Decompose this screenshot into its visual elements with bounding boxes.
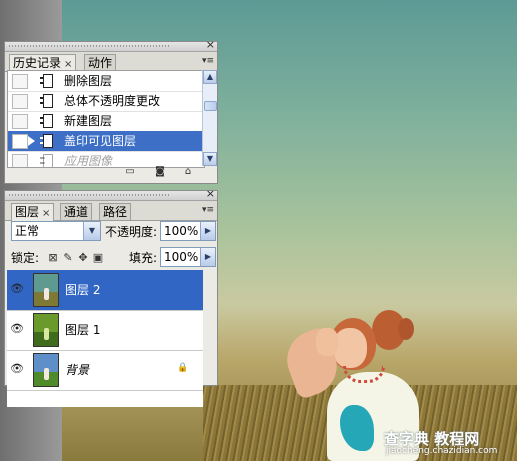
blend-row: 正常 ▼ 不透明度: 100% ▶	[11, 221, 216, 241]
tab-history-label: 历史记录	[13, 56, 62, 70]
lock-transparent-pixels-icon[interactable]: ⊠	[47, 252, 59, 264]
history-scrollbar[interactable]: ▲ ▼	[202, 70, 217, 166]
lock-image-pixels-icon[interactable]: ✎	[62, 252, 74, 264]
lock-icon: 🔒	[177, 363, 189, 373]
watermark: 查字典 教程网 jiaocheng.chazidian.com	[384, 428, 514, 458]
eye-icon[interactable]: 👁	[10, 282, 24, 296]
eye-icon[interactable]: 👁	[10, 362, 24, 376]
opacity-value: 100%	[164, 224, 199, 238]
opacity-label: 不透明度:	[105, 225, 158, 239]
tab-paths[interactable]: 路径	[99, 203, 132, 220]
layer-thumbnail	[33, 313, 59, 347]
tab-layers-label: 图层	[15, 205, 40, 219]
panel-menu-icon[interactable]: ▾≡	[202, 205, 214, 215]
tab-actions-label: 动作	[88, 56, 113, 70]
history-item-label: 新建图层	[64, 114, 113, 128]
tab-close-icon[interactable]: ×	[64, 59, 72, 70]
history-item-selected[interactable]: 盖印可见图层	[8, 131, 204, 152]
layer-row-selected[interactable]: 👁 图层 2	[7, 270, 203, 311]
lock-row: 锁定: ⊠ ✎ ✥ ▣ 填充: 100% ▶	[11, 247, 216, 267]
scroll-down-icon[interactable]: ▼	[203, 152, 217, 166]
lock-position-icon[interactable]: ✥	[77, 252, 89, 264]
current-state-arrow-icon	[28, 136, 35, 146]
lock-icons: ⊠ ✎ ✥ ▣	[47, 250, 107, 264]
opacity-slider-arrow-icon[interactable]: ▶	[200, 222, 215, 240]
tab-layers[interactable]: 图层 ×	[11, 203, 55, 221]
snapshot-source-checkbox[interactable]	[12, 134, 28, 149]
girl-hair-bun	[398, 318, 414, 340]
history-item[interactable]: 总体不透明度更改	[8, 91, 204, 112]
snapshot-source-checkbox[interactable]	[12, 114, 28, 129]
history-state-icon	[40, 134, 54, 148]
close-icon[interactable]: ×	[206, 188, 215, 200]
eye-icon[interactable]: 👁	[10, 322, 24, 336]
layer-thumbnail	[33, 353, 59, 387]
snapshot-source-checkbox[interactable]	[12, 94, 28, 109]
panel-menu-icon[interactable]: ▾≡	[202, 56, 214, 66]
history-state-icon	[40, 94, 54, 108]
drag-grip[interactable]	[9, 45, 169, 47]
history-item-label: 总体不透明度更改	[64, 94, 161, 108]
history-item[interactable]: 新建图层	[8, 111, 204, 132]
history-item-label: 删除图层	[64, 74, 113, 88]
layers-tabs: 图层 × 通道 路径 ▾≡	[5, 201, 217, 221]
layer-thumbnail	[33, 273, 59, 307]
tab-paths-label: 路径	[103, 205, 128, 219]
scroll-thumb[interactable]	[204, 101, 217, 111]
opacity-input[interactable]: 100% ▶	[160, 221, 216, 241]
blend-mode-select[interactable]: 正常 ▼	[11, 221, 101, 241]
trash-icon[interactable]: ⌂	[181, 166, 195, 178]
tab-channels-label: 通道	[64, 205, 89, 219]
new-document-from-state-icon[interactable]: ▭	[123, 166, 137, 178]
history-footer: ▭ ◙ ⌂	[5, 165, 217, 181]
chevron-down-icon[interactable]: ▼	[83, 222, 100, 240]
layer-row[interactable]: 👁 背景 🔒	[7, 350, 203, 391]
layer-name: 图层 2	[65, 283, 101, 297]
layers-panel-titlebar[interactable]: ×	[5, 188, 217, 201]
lock-label: 锁定:	[11, 251, 40, 265]
lock-all-icon[interactable]: ▣	[92, 252, 104, 264]
layer-row[interactable]: 👁 图层 1	[7, 310, 203, 351]
layer-name: 图层 1	[65, 323, 101, 337]
watermark-url: jiaocheng.chazidian.com	[386, 446, 498, 456]
fill-input[interactable]: 100% ▶	[160, 247, 216, 267]
tab-actions[interactable]: 动作	[84, 54, 117, 71]
layers-panel: × 图层 × 通道 路径 ▾≡ 正常 ▼ 不透明度: 100% ▶ 锁定: ⊠ ✎ ✥…	[4, 188, 218, 407]
snapshot-source-checkbox[interactable]	[12, 74, 28, 89]
blend-mode-value: 正常	[15, 224, 40, 238]
close-icon[interactable]: ×	[206, 39, 215, 51]
history-tabs: 历史记录 × 动作 ▾≡	[5, 52, 217, 72]
history-panel: × 历史记录 × 动作 ▾≡ 删除图层 总体不透明度更改 新建图层 盖印可见图层…	[4, 39, 218, 184]
tab-channels[interactable]: 通道	[60, 203, 93, 220]
girl-face	[333, 328, 367, 368]
history-list: 删除图层 总体不透明度更改 新建图层 盖印可见图层 应用图像	[7, 70, 205, 168]
history-state-icon	[40, 114, 54, 128]
history-item[interactable]: 删除图层	[8, 71, 204, 92]
fill-value: 100%	[164, 250, 199, 264]
layer-list: 👁 图层 2 👁 图层 1 👁 背景 🔒	[7, 270, 203, 407]
history-item-label: 盖印可见图层	[64, 134, 137, 148]
drag-grip[interactable]	[9, 194, 169, 196]
camera-icon[interactable]: ◙	[153, 166, 167, 178]
tab-close-icon[interactable]: ×	[42, 208, 50, 219]
layer-name: 背景	[65, 363, 90, 377]
fill-slider-arrow-icon[interactable]: ▶	[200, 248, 215, 266]
scroll-up-icon[interactable]: ▲	[203, 70, 217, 84]
history-panel-titlebar[interactable]: ×	[5, 39, 217, 52]
history-state-icon	[40, 74, 54, 88]
fill-label: 填充:	[129, 251, 158, 265]
girl-hand	[316, 328, 338, 356]
